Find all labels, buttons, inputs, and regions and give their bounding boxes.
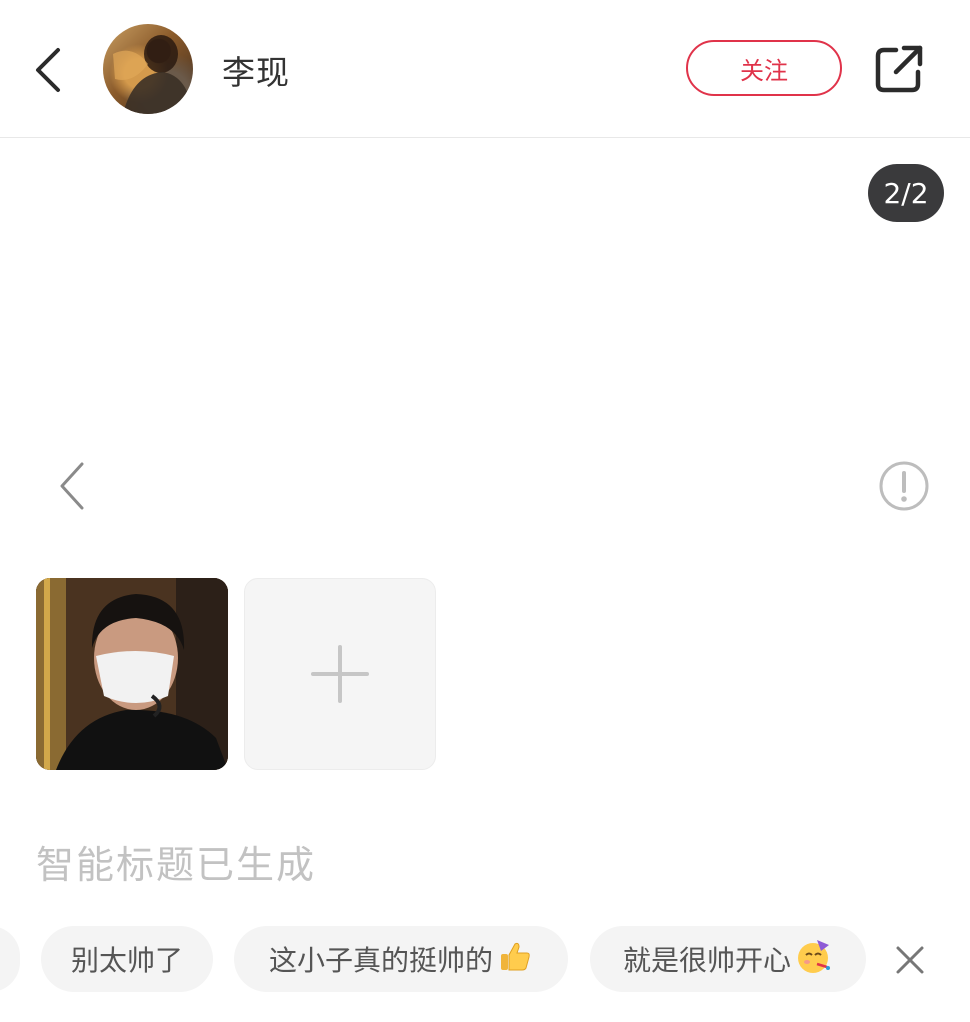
plus-icon <box>311 645 369 703</box>
page-indicator: 2/2 <box>868 164 944 222</box>
share-external-icon <box>875 45 923 93</box>
back-button[interactable] <box>28 40 72 100</box>
suggestion-chip[interactable]: 这小子真的挺帅的 <box>234 926 568 992</box>
party-face-icon <box>795 937 833 982</box>
chevron-left-icon <box>36 48 60 92</box>
thumbs-up-icon <box>497 938 533 981</box>
avatar-photo <box>113 35 193 114</box>
header-divider <box>0 137 970 138</box>
follow-button[interactable]: 关注 <box>686 40 842 96</box>
previous-image-button[interactable] <box>52 456 92 516</box>
close-icon <box>896 946 924 974</box>
suggestion-chip-partial[interactable] <box>0 926 20 992</box>
add-image-button[interactable] <box>244 578 436 770</box>
username[interactable]: 李现 <box>222 46 290 94</box>
selfie-photo <box>36 578 228 770</box>
suggestion-chip-label: 别太帅了 <box>70 944 183 977</box>
avatar[interactable] <box>103 24 193 114</box>
image-thumbnail[interactable] <box>36 578 228 770</box>
report-button[interactable] <box>878 460 930 512</box>
suggestion-chip-label: 就是很帅开心 <box>622 944 791 977</box>
exclamation-circle-icon <box>879 461 929 511</box>
dismiss-suggestions-button[interactable] <box>890 940 930 980</box>
suggestion-chip-label: 这小子真的挺帅的 <box>268 944 493 977</box>
chevron-left-icon <box>60 462 84 510</box>
share-button[interactable] <box>872 42 926 96</box>
smart-title-placeholder[interactable]: 智能标题已生成 <box>36 834 316 889</box>
suggestion-chip[interactable]: 别太帅了 <box>41 926 213 992</box>
suggestion-chip[interactable]: 就是很帅开心 <box>590 926 866 992</box>
